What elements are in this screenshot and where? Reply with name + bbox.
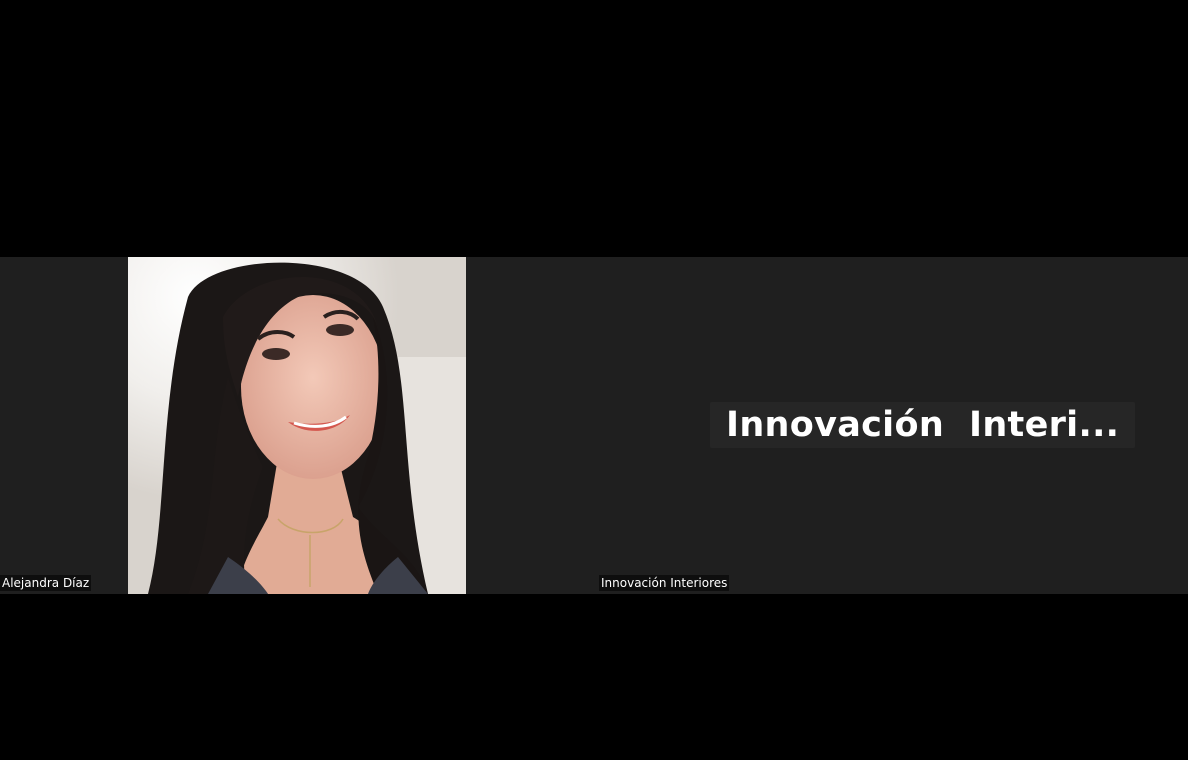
meeting-gallery-view: Alejandra Díaz Innovación Interi... Inno… xyxy=(0,0,1188,760)
participant-name-label: Innovación Interiores xyxy=(599,575,730,591)
participant-name-placeholder: Innovación Interi... xyxy=(710,402,1136,448)
participant-tile-alejandra[interactable]: Alejandra Díaz xyxy=(0,257,594,594)
participant-tile-innovacion[interactable]: Innovación Interi... Innovación Interior… xyxy=(594,257,1188,594)
participant-name-label: Alejandra Díaz xyxy=(0,575,92,591)
participant-video xyxy=(128,257,466,594)
